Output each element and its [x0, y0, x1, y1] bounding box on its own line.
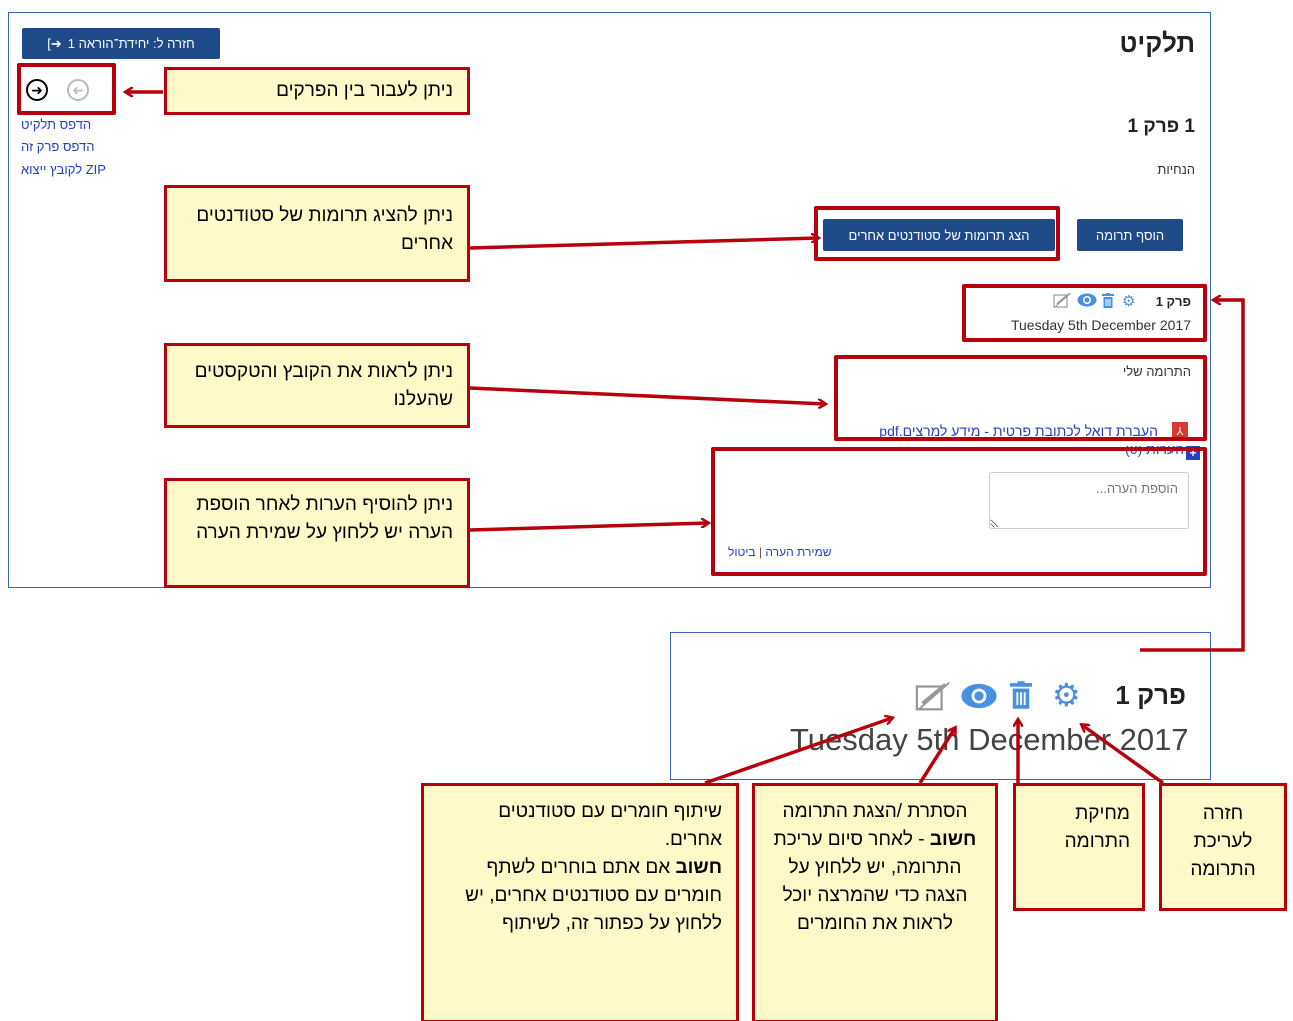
callout-show-others: ניתן להציג תרומות של סטודנטים אחרים [164, 185, 470, 282]
callout-edit: חזרה לעריכת התרומה [1159, 783, 1287, 911]
page-title: תלקיט [1119, 28, 1196, 58]
contribution-highlight [834, 355, 1207, 441]
callout-delete: מחיקת התרומה [1013, 783, 1145, 911]
zoom-trash-icon[interactable] [1009, 680, 1033, 710]
entry-header-highlight [962, 284, 1207, 342]
back-to-unit-button[interactable]: חזרה ל: יחידת־הוראה 1 ➔] [22, 28, 220, 59]
login-icon: ➔] [47, 35, 62, 51]
hide-show-bold: חשוב [929, 829, 977, 850]
show-others-highlight [814, 206, 1060, 261]
add-contribution-button[interactable]: הוסף תרומה [1077, 219, 1183, 251]
navigation-highlight [17, 63, 116, 115]
zoom-share-icon[interactable] [915, 680, 953, 712]
chapter-heading: 1 פרק 1 [1127, 116, 1195, 137]
callout-add-comments: ניתן להוסיף הערות לאחר הוספת הערה יש ללח… [164, 478, 470, 588]
zoom-entry-title: פרק 1 [1115, 680, 1186, 710]
callout-navigate: ניתן לעבור בין הפרקים [164, 67, 470, 115]
print-portfolio-link[interactable]: הדפס תלקיט [21, 117, 141, 132]
comments-highlight [711, 447, 1207, 576]
zoom-gear-icon[interactable]: ⚙ [1052, 676, 1081, 714]
share-bold: חשוב [675, 857, 723, 878]
print-chapter-link[interactable]: הדפס פרק זה [21, 139, 141, 154]
share-title: שיתוף חומרים עם סטודנטים אחרים. [498, 801, 722, 850]
instructions-label: הנחיות [1157, 162, 1195, 177]
zoom-entry-date: Tuesday 5th December 2017 [790, 722, 1189, 757]
back-to-unit-label: חזרה ל: יחידת־הוראה 1 [67, 36, 195, 51]
callout-share: שיתוף חומרים עם סטודנטים אחרים. חשוב אם … [421, 783, 739, 1021]
zoom-eye-icon[interactable] [959, 683, 999, 709]
callout-hide-show: הסתרת /הצגת התרומה חשוב - לאחר סיום עריכ… [752, 783, 998, 1021]
export-zip-link[interactable]: ZIP לקובץ ייצוא [21, 162, 141, 177]
callout-see-file: ניתן לראות את הקובץ והטקסטים שהעלנו [164, 343, 470, 428]
hide-show-title: הסתרת /הצגת התרומה [782, 801, 968, 822]
